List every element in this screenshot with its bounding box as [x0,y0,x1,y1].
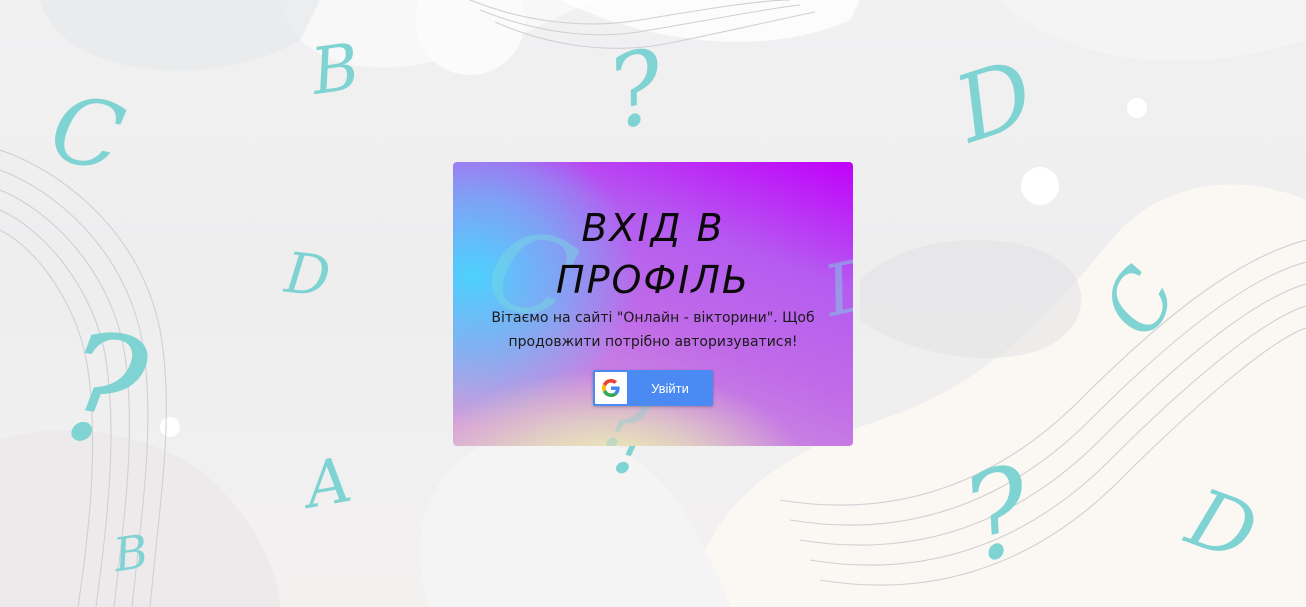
google-sign-in-label: Увійти [651,380,689,396]
page-title: ВХІД В ПРОФІЛЬ [453,202,853,306]
bg-blob-mid-right [860,240,1082,359]
page-title-line-2: ПРОФІЛЬ [556,258,750,302]
bg-blob-bottom-left [0,430,280,607]
bg-blob-bottom-center [420,428,730,607]
google-icon-container [595,372,627,404]
bg-blob-top-right [1000,0,1306,61]
bg-glyph-b: B [307,30,364,110]
login-page: C B ? D D ? C A B ? ? D C D ? ВХІД В ПРО… [0,0,1306,607]
bg-glyph-b-small: B [110,523,152,583]
bg-glyph-d-small: D [281,240,334,311]
welcome-text: Вітаємо на сайті "Онлайн - вікторини". Щ… [491,310,815,350]
google-icon [602,379,620,397]
bg-dot-3 [160,417,180,437]
login-card: C D ? ВХІД В ПРОФІЛЬ Вітаємо на сайті "О… [453,162,853,446]
bg-dot-1 [1021,167,1059,205]
google-sign-in-button[interactable]: Увійти [593,370,713,406]
bg-blob-top-circle [415,0,525,75]
bg-blob-top-left [40,0,320,71]
bg-dot-2 [1127,98,1147,118]
page-title-line-1: ВХІД В [581,206,725,250]
